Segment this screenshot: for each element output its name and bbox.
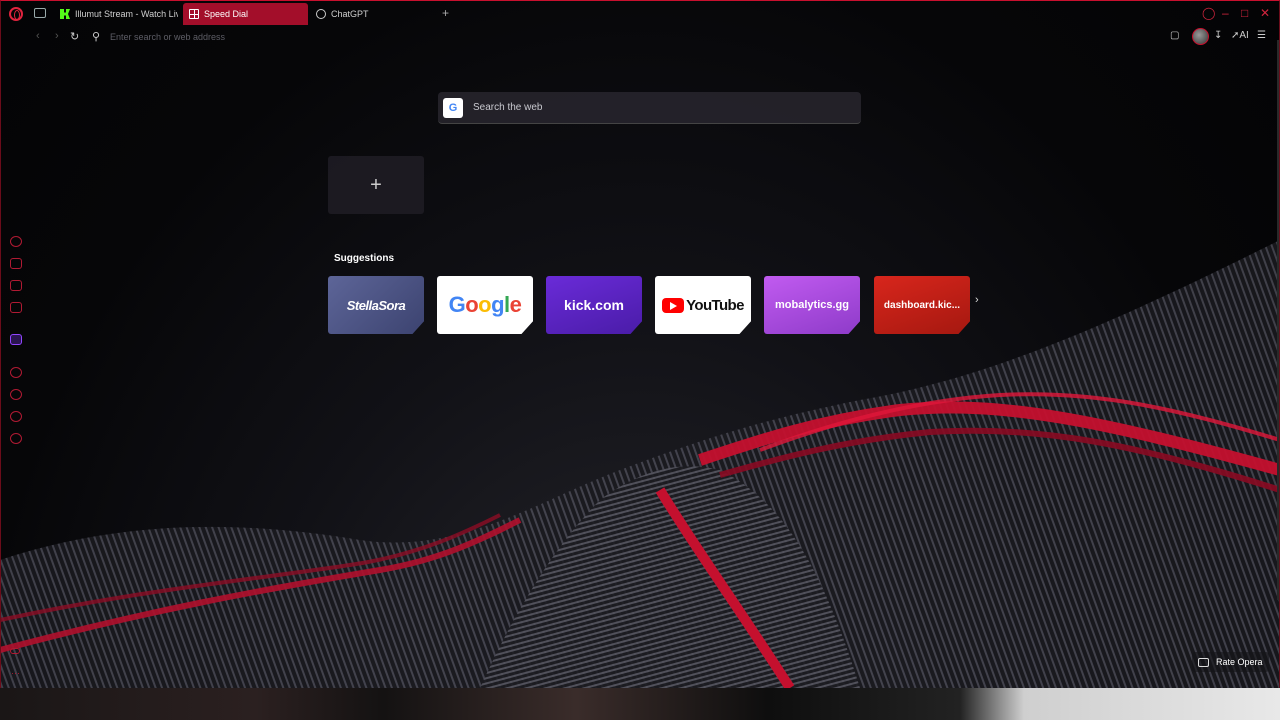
workspaces-icon[interactable] [10, 258, 22, 269]
tile-label: Google [449, 292, 522, 318]
kick-icon [60, 9, 70, 19]
google-letter: g [491, 292, 505, 317]
tile-label: kick.com [564, 297, 624, 313]
history-icon[interactable] [10, 389, 22, 400]
snapshot-icon[interactable]: ▢ [1170, 30, 1179, 41]
youtube-play-icon [662, 297, 685, 313]
aria-icon[interactable] [10, 236, 22, 247]
tile-dashboard-kick[interactable]: dashboard.kic... [874, 276, 970, 334]
easy-setup-icon[interactable]: ☰ [1257, 30, 1266, 41]
close-button[interactable]: ✕ [1260, 6, 1270, 20]
new-tab-button[interactable]: + [441, 7, 450, 19]
tile-google[interactable]: Google [437, 276, 533, 334]
tile-label: StellaSora [346, 297, 406, 313]
google-letter: o [478, 292, 492, 317]
download-icon[interactable]: ↧ [1214, 30, 1222, 41]
tile-kick[interactable]: kick.com [546, 276, 642, 334]
rate-label: Rate Opera [1216, 657, 1263, 667]
maximize-button[interactable]: □ [1241, 6, 1248, 20]
web-search-box[interactable]: G [438, 92, 861, 124]
back-button[interactable]: ‹ [36, 30, 40, 42]
minimize-button[interactable]: – [1222, 6, 1229, 20]
tile-stellasora[interactable]: StellaSora [328, 276, 424, 334]
messenger-icon[interactable] [10, 280, 22, 291]
address-bar: ‹ › ↻ ⚲ [0, 28, 1280, 46]
browser-window: Illumut Stream - Watch Live Speed Dial C… [0, 0, 1280, 688]
speed-dial-icon [189, 9, 199, 19]
search-tabs-icon[interactable]: ◯ [1202, 6, 1215, 20]
tile-mobalytics[interactable]: mobalytics.gg [764, 276, 860, 334]
ai-label: AI [1239, 30, 1249, 41]
youtube-wordmark: YouTube [686, 296, 744, 314]
tab-strip: Illumut Stream - Watch Live Speed Dial C… [0, 0, 1280, 28]
google-letter: e [509, 292, 522, 317]
chatgpt-icon [316, 9, 326, 19]
tab-islands-icon[interactable] [34, 8, 46, 18]
opera-menu-icon[interactable] [9, 7, 23, 21]
add-speed-dial-button[interactable]: + [328, 156, 424, 214]
google-logo: Google [449, 292, 522, 317]
tab-kick[interactable]: Illumut Stream - Watch Live [54, 3, 178, 25]
suggestions-heading: Suggestions [334, 253, 395, 264]
plus-icon: + [370, 173, 382, 196]
chat-icon [1198, 657, 1209, 667]
video-strip [0, 688, 1280, 720]
tab-label: Illumut Stream - Watch Live [75, 9, 178, 19]
tab-label: ChatGPT [331, 9, 369, 19]
twitch-sidebar-icon[interactable] [10, 302, 22, 313]
reload-button[interactable]: ↻ [70, 30, 79, 43]
tab-label: Speed Dial [204, 9, 249, 19]
more-icon[interactable]: ··· [11, 668, 20, 678]
search-input[interactable] [473, 102, 861, 113]
settings-icon[interactable] [10, 433, 22, 444]
tile-label: mobalytics.gg [775, 299, 849, 311]
avatar[interactable] [1192, 28, 1209, 45]
ai-button[interactable]: ➚AI [1231, 30, 1249, 41]
tile-label: YouTube [662, 297, 744, 314]
rate-opera-button[interactable]: Rate Opera [1192, 652, 1269, 672]
google-letter: o [465, 292, 479, 317]
player-icon[interactable] [10, 367, 22, 378]
sidebar-toggle-icon[interactable] [10, 648, 20, 654]
chevron-right-icon[interactable]: › [975, 294, 979, 306]
forward-button[interactable]: › [55, 30, 59, 42]
tab-chatgpt[interactable]: ChatGPT [310, 3, 434, 25]
tab-speed-dial[interactable]: Speed Dial [183, 3, 308, 25]
google-icon: G [443, 97, 463, 118]
search-icon: ⚲ [92, 31, 101, 43]
address-input[interactable] [110, 30, 510, 44]
twitch-icon[interactable] [10, 334, 22, 345]
extensions-icon[interactable] [10, 411, 22, 422]
tile-label: dashboard.kic... [883, 299, 961, 311]
tile-youtube[interactable]: YouTube [655, 276, 751, 334]
google-letter: G [448, 292, 466, 317]
